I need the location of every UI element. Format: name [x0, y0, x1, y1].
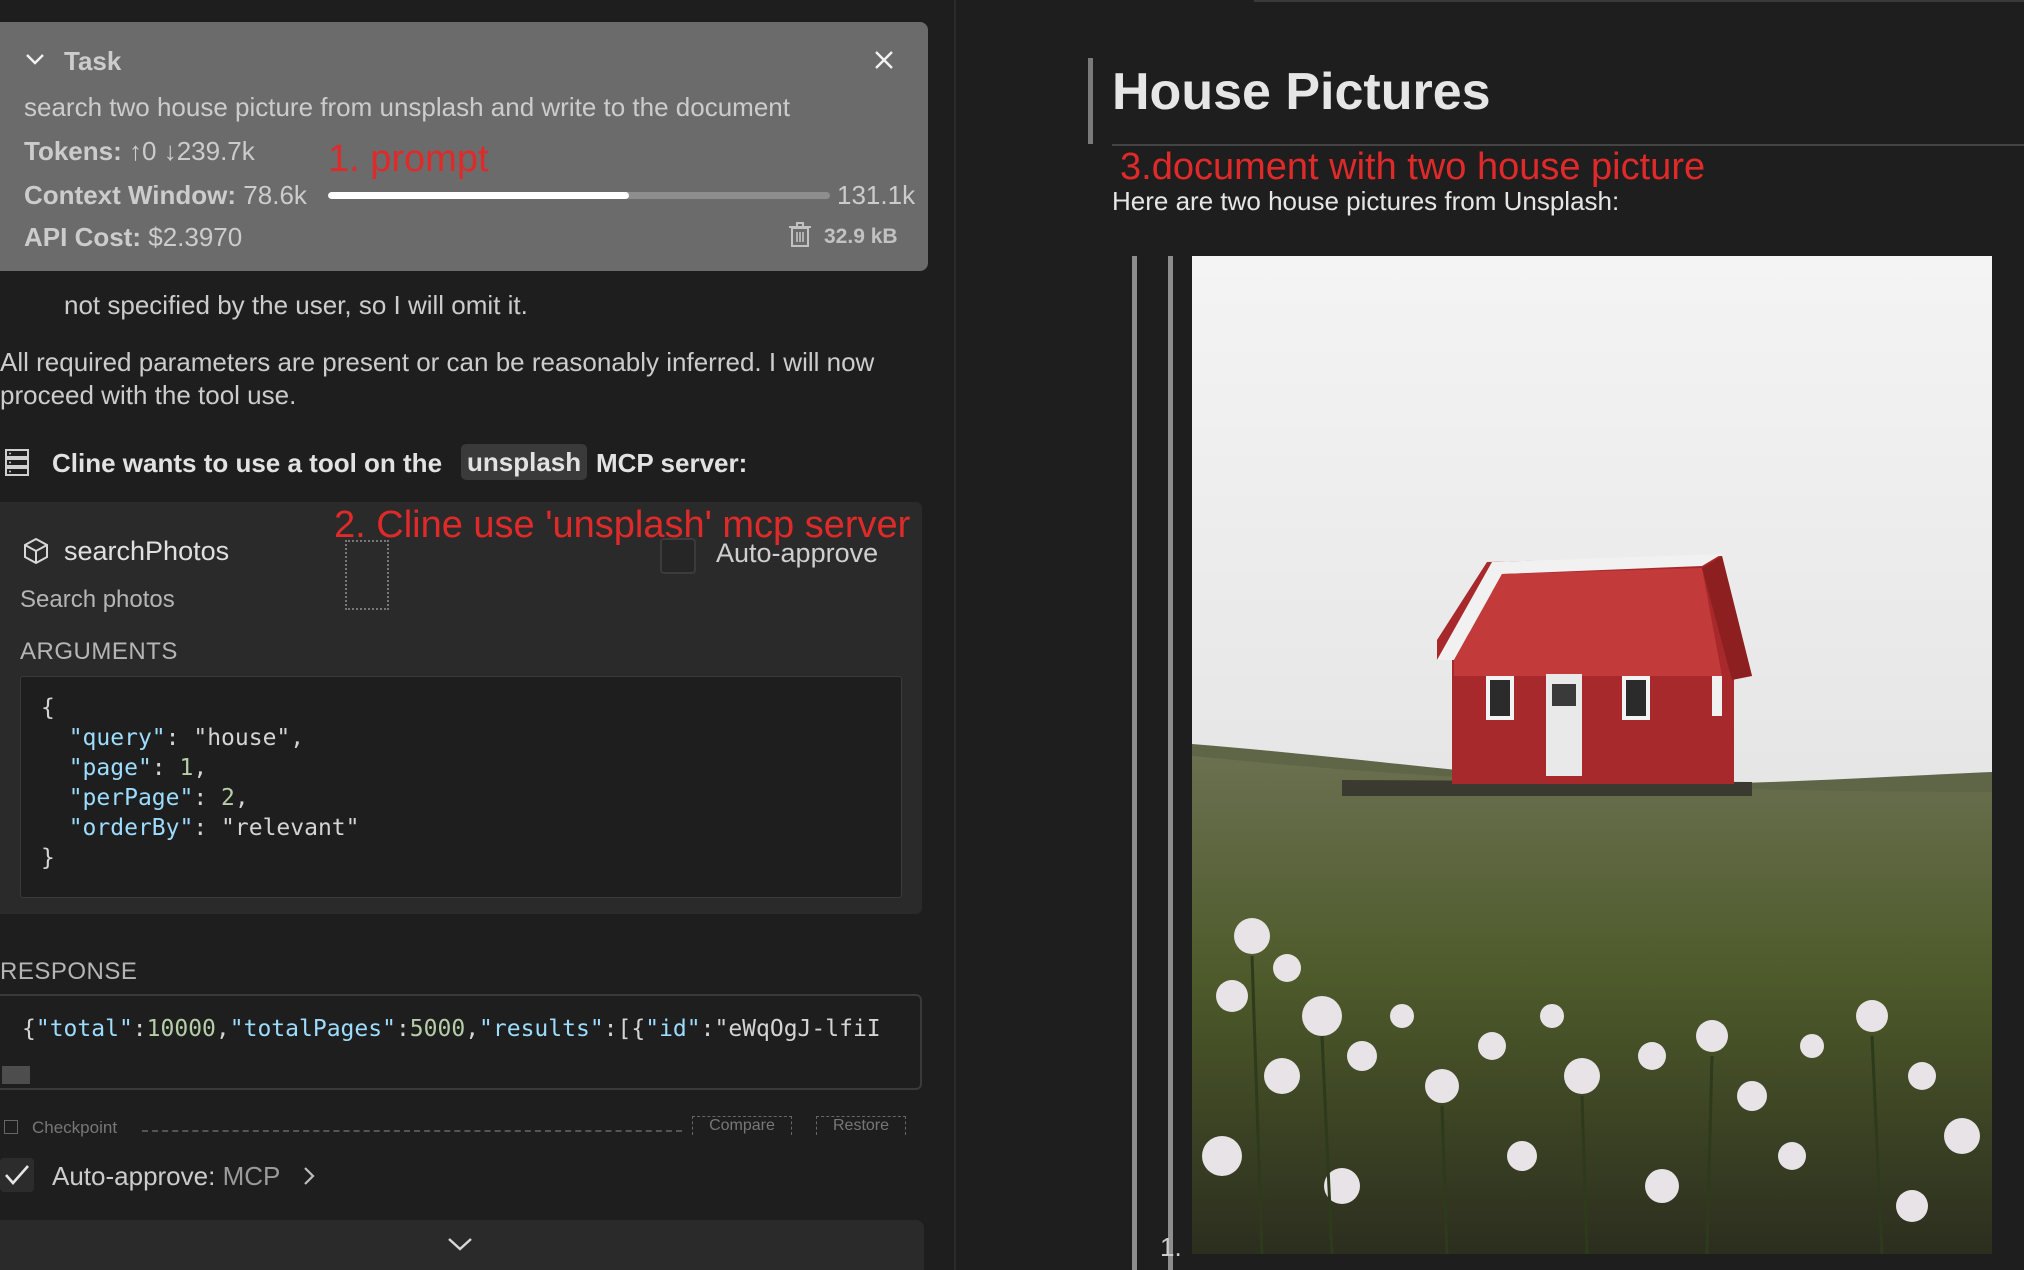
annotation-mcp: 2. Cline use 'unsplash' mcp server: [334, 504, 911, 546]
document-intro: Here are two house pictures from Unsplas…: [1112, 186, 1620, 216]
auto-approve-bar-value: MCP: [222, 1161, 281, 1191]
code-line: "orderBy": "relevant": [68, 815, 360, 841]
response-label: RESPONSE: [0, 958, 138, 985]
restore-button[interactable]: Restore: [816, 1116, 906, 1135]
task-size-value: 32.9 kB: [824, 225, 898, 248]
checkpoint-label: Checkpoint: [32, 1118, 118, 1137]
heading-accent-bar: [1088, 58, 1093, 144]
response-code-block[interactable]: {"total":10000,"totalPages":5000,"result…: [0, 994, 922, 1090]
tokens-row: Tokens: ↑0 ↓239.7k: [24, 136, 255, 167]
mcp-request-label: Cline wants to use a tool on the: [52, 448, 443, 478]
cline-chat-panel: Task search two house picture from unspl…: [0, 0, 955, 1270]
context-max-value: 131.1k: [837, 180, 916, 210]
context-progress-fill: [328, 192, 630, 199]
code-line: "query": "house",: [68, 725, 305, 751]
chat-text-line: not specified by the user, so I will omi…: [64, 290, 528, 320]
code-line: "perPage": 2,: [68, 785, 249, 811]
chevron-right-icon[interactable]: [300, 1164, 318, 1188]
api-cost-value: $2.3970: [148, 222, 243, 252]
tool-name: searchPhotos: [64, 536, 230, 566]
tokens-label: Tokens:: [24, 136, 122, 166]
api-cost-row: API Cost: $2.3970: [24, 222, 242, 253]
close-icon[interactable]: [872, 48, 896, 72]
task-text: search two house picture from unsplash a…: [24, 92, 790, 122]
code-line: {: [41, 695, 55, 721]
checkpoint-icon: [4, 1120, 18, 1134]
trash-icon[interactable]: [788, 222, 812, 248]
chevron-down-icon[interactable]: [446, 1234, 474, 1254]
auto-approve-toggle[interactable]: [0, 1158, 34, 1192]
arguments-code-block: { "query": "house", "page": 1, "perPage"…: [20, 676, 902, 898]
code-line: }: [41, 845, 55, 871]
list-number: 1.: [1160, 1232, 1182, 1262]
annotation-prompt: 1. prompt: [328, 138, 489, 180]
context-window-row: Context Window: 78.6k: [24, 180, 307, 211]
mcp-request-suffix: MCP server:: [596, 448, 748, 478]
document-title: House Pictures: [1112, 63, 1491, 121]
chat-text-line: All required parameters are present or c…: [0, 347, 875, 377]
task-title[interactable]: Task: [64, 46, 121, 77]
tokens-up-value: 0: [142, 136, 157, 166]
api-cost-label: API Cost:: [24, 222, 141, 252]
focus-outline: [345, 540, 389, 610]
context-progress-bar: [328, 192, 830, 199]
server-icon: [5, 449, 29, 476]
code-line: "page": 1,: [68, 755, 208, 781]
arrow-up-icon: ↑: [129, 136, 142, 166]
horizontal-scrollbar[interactable]: [2, 1066, 30, 1084]
auto-approve-bar-label[interactable]: Auto-approve: MCP: [52, 1161, 280, 1192]
chevron-down-icon[interactable]: [24, 48, 46, 70]
chat-text-line: proceed with the tool use.: [0, 380, 297, 410]
context-window-label: Context Window:: [24, 180, 237, 210]
blockquote-bar: [1132, 256, 1137, 1270]
cube-icon: [24, 537, 48, 565]
context-used-value: 78.6k: [243, 180, 307, 210]
blockquote-bar: [1168, 256, 1173, 1270]
arrow-down-icon: ↓: [163, 136, 177, 166]
check-icon: [5, 1165, 29, 1185]
response-line: {"total":10000,"totalPages":5000,"result…: [22, 1016, 881, 1042]
house-photo: [1192, 256, 1992, 1254]
annotation-document: 3.document with two house picture: [1120, 146, 1706, 188]
tokens-down-value: 239.7k: [176, 136, 255, 166]
compare-button[interactable]: Compare: [692, 1116, 792, 1135]
tool-description: Search photos: [20, 586, 175, 613]
checkpoint-divider: [142, 1130, 682, 1132]
top-border: [1254, 0, 2024, 2]
arguments-label: ARGUMENTS: [20, 638, 178, 665]
mcp-server-badge: unsplash: [461, 444, 588, 480]
